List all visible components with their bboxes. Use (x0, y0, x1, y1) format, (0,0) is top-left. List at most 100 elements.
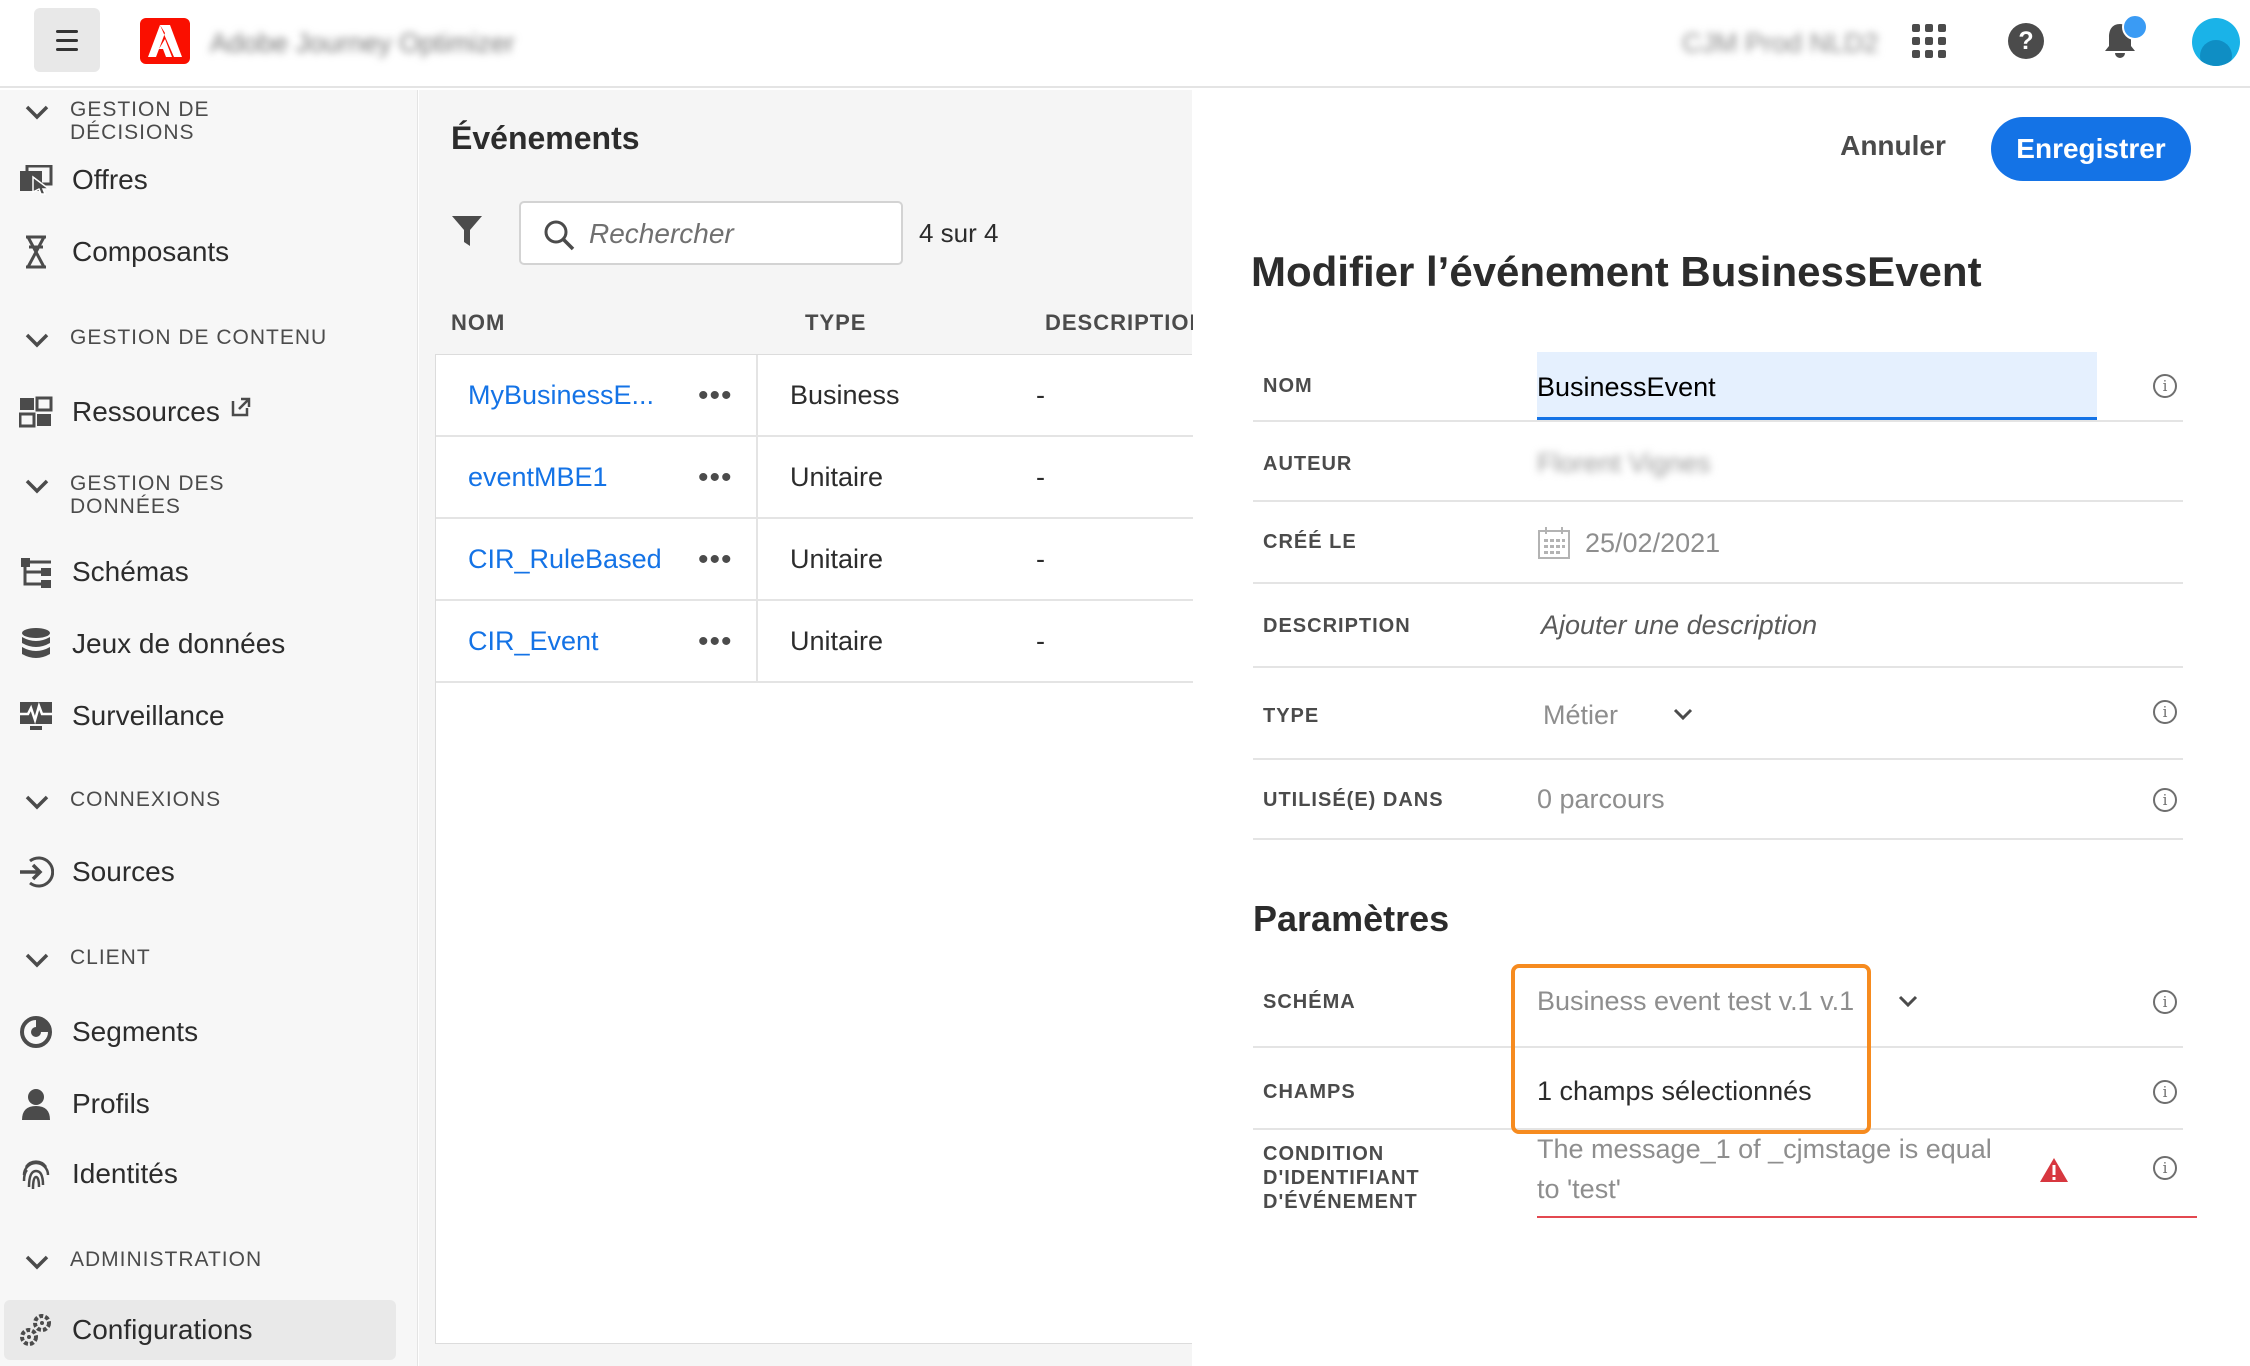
nav-label: Sources (72, 856, 175, 887)
table-row[interactable]: CIR_RuleBased ••• Unitaire - (436, 519, 1193, 601)
chevron-down-icon (25, 1255, 49, 1270)
type-dropdown[interactable]: Métier (1543, 700, 1618, 731)
section-client[interactable]: CLIENT (22, 946, 151, 972)
nav-surveillance[interactable]: Surveillance (18, 686, 398, 746)
gears-icon (18, 1312, 54, 1348)
more-actions-icon[interactable]: ••• (698, 379, 733, 413)
column-header-type[interactable]: TYPE (805, 310, 866, 336)
section-data-management[interactable]: GESTION DES DONNÉES (22, 472, 225, 518)
nav-label: Jeux de données (72, 628, 286, 659)
warning-icon (2040, 1158, 2068, 1182)
app-title: Adobe Journey Optimizer (210, 28, 515, 58)
event-type: Unitaire (790, 544, 884, 574)
field-label: AUTEUR (1263, 453, 1353, 475)
cancel-button[interactable]: Annuler (1813, 118, 1973, 174)
field-label: SCHÉMA (1263, 991, 1356, 1013)
table-row[interactable]: eventMBE1 ••• Unitaire - (436, 437, 1193, 519)
nav-label: Ressources (72, 396, 220, 427)
chevron-down-icon (25, 333, 49, 348)
event-description: - (1036, 544, 1045, 574)
hamburger-menu-icon[interactable] (34, 8, 100, 72)
section-label: GESTION DES DONNÉES (70, 472, 225, 518)
event-name-link[interactable]: MyBusinessE... (468, 380, 654, 411)
fingerprint-icon (18, 1156, 54, 1192)
more-actions-icon[interactable]: ••• (698, 543, 733, 577)
nav-composants[interactable]: Composants (18, 222, 398, 282)
chevron-down-icon (25, 795, 49, 810)
apps-grid-icon[interactable] (1912, 24, 1946, 58)
event-name-link[interactable]: eventMBE1 (468, 462, 608, 493)
condition-error-underline (1537, 1216, 2197, 1218)
nav-profils[interactable]: Profils (18, 1074, 398, 1134)
chevron-down-icon[interactable] (1897, 992, 1919, 1010)
nav-label: Configurations (72, 1314, 253, 1345)
created-date: 25/02/2021 (1585, 528, 1721, 558)
field-used-in: UTILISÉ(E) DANS 0 parcours i (1253, 760, 2183, 840)
notification-badge (2122, 14, 2148, 40)
search-icon (544, 220, 575, 251)
event-type: Unitaire (790, 626, 884, 656)
search-input[interactable] (589, 215, 889, 253)
help-icon[interactable]: ? (2008, 23, 2044, 59)
column-header-name[interactable]: NOM (451, 310, 505, 336)
column-header-description[interactable]: DESCRIPTION (1045, 310, 1206, 336)
event-description: - (1036, 380, 1045, 410)
field-author: AUTEUR Florent Vignes (1253, 422, 2183, 502)
info-icon[interactable]: i (2153, 1080, 2177, 1104)
table-row[interactable]: CIR_Event ••• Unitaire - (436, 601, 1193, 683)
section-label: GESTION DE DÉCISIONS (70, 98, 210, 144)
table-row[interactable]: MyBusinessE... ••• Business - (436, 355, 1193, 437)
name-input-value: BusinessEvent (1537, 372, 1716, 402)
profile-icon (18, 1086, 54, 1122)
description-input[interactable]: Ajouter une description (1541, 610, 1817, 641)
nav-label: Segments (72, 1016, 199, 1047)
nav-offres[interactable]: Offres (18, 150, 398, 210)
event-description: - (1036, 462, 1045, 492)
event-name-link[interactable]: CIR_RuleBased (468, 544, 662, 575)
top-bar: Adobe Journey Optimizer CJM Prod NLD2 ? (0, 0, 2250, 88)
divider (756, 355, 758, 437)
info-icon[interactable]: i (2153, 374, 2177, 398)
field-label: DESCRIPTION (1263, 615, 1411, 637)
section-label: ADMINISTRATION (70, 1248, 263, 1271)
info-icon[interactable]: i (2153, 1156, 2177, 1180)
segments-icon (18, 1014, 54, 1050)
result-count: 4 sur 4 (919, 218, 999, 248)
schemas-icon (18, 554, 54, 590)
nav-identites[interactable]: Identités (18, 1144, 398, 1204)
info-icon[interactable]: i (2153, 788, 2177, 812)
info-icon[interactable]: i (2153, 700, 2177, 724)
adobe-logo[interactable] (140, 18, 190, 64)
nav-jeux-de-donnees[interactable]: Jeux de données (18, 614, 398, 674)
search-box[interactable] (519, 201, 903, 265)
field-label: UTILISÉ(E) DANS (1263, 789, 1444, 811)
condition-line-1[interactable]: The message_1 of _cjmstage is equal (1537, 1134, 1992, 1165)
name-input[interactable]: BusinessEvent (1537, 352, 2097, 420)
section-administration[interactable]: ADMINISTRATION (22, 1248, 262, 1274)
event-name-link[interactable]: CIR_Event (468, 626, 599, 657)
nav-sources[interactable]: Sources (18, 842, 398, 902)
divider (756, 519, 758, 601)
nav-segments[interactable]: Segments (18, 1002, 398, 1062)
more-actions-icon[interactable]: ••• (698, 461, 733, 495)
parameters-title: Paramètres (1253, 898, 1450, 939)
info-icon[interactable]: i (2153, 990, 2177, 1014)
field-label: NOM (1263, 375, 1313, 397)
user-avatar[interactable] (2192, 18, 2240, 66)
nav-ressources[interactable]: Ressources (18, 382, 398, 442)
filter-icon[interactable] (451, 214, 483, 248)
org-switcher[interactable]: CJM Prod NLD2 (1682, 28, 1879, 59)
nav-schemas[interactable]: Schémas (18, 542, 398, 602)
nav-configurations[interactable]: Configurations (4, 1300, 396, 1360)
condition-line-2[interactable]: to 'test' (1537, 1174, 1621, 1205)
chevron-down-icon[interactable] (1671, 704, 1695, 724)
section-decision-management[interactable]: GESTION DE DÉCISIONS (22, 98, 210, 144)
chevron-down-icon (25, 953, 49, 968)
save-button[interactable]: Enregistrer (1991, 117, 2191, 181)
nav-label: Profils (72, 1088, 150, 1119)
field-label: CONDITION D'IDENTIFIANT D'ÉVÉNEMENT (1263, 1143, 1420, 1213)
section-connections[interactable]: CONNEXIONS (22, 788, 221, 814)
more-actions-icon[interactable]: ••• (698, 625, 733, 659)
section-content-management[interactable]: GESTION DE CONTENU (22, 326, 327, 352)
nav-label: Identités (72, 1158, 178, 1189)
